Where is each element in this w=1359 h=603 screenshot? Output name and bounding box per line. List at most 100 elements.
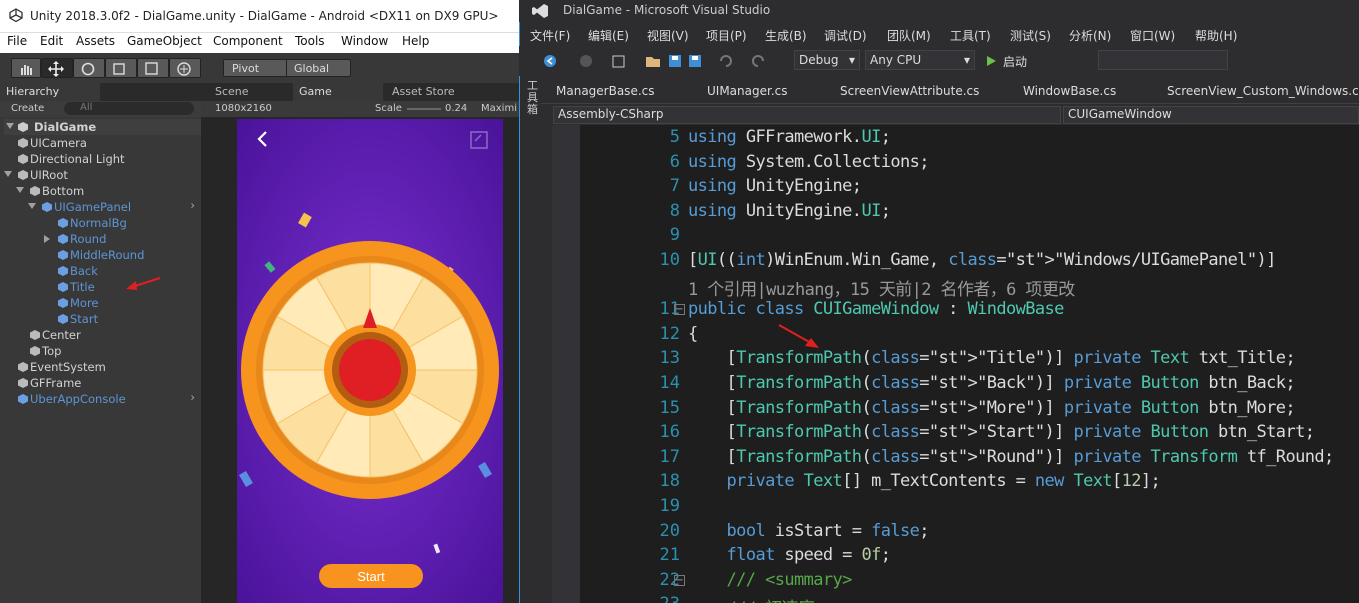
expand-arrow-icon[interactable] (28, 203, 36, 209)
move-tool-button[interactable] (41, 58, 73, 78)
find-combo[interactable] (1098, 50, 1228, 70)
save-icon[interactable] (667, 53, 683, 69)
pivot-label[interactable]: Pivot (232, 62, 259, 75)
collapse-toggle-icon[interactable]: − (674, 304, 685, 316)
code-line[interactable]: using UnityEngine.UI; (688, 201, 891, 221)
hierarchy-item[interactable]: Top (0, 343, 201, 359)
vs-menu-file[interactable]: 文件(F) (530, 27, 570, 44)
config-dropdown[interactable]: Debug ▾ (794, 50, 860, 70)
dial-wheel[interactable] (241, 241, 499, 499)
code-line[interactable]: using System.Collections; (688, 152, 929, 172)
code-line[interactable]: /// 初速度 (688, 594, 815, 603)
hierarchy-item[interactable]: UIRoot (0, 167, 201, 183)
chevron-right-icon[interactable]: › (190, 198, 195, 212)
code-line[interactable]: [TransformPath(class="st">"Start")] priv… (688, 422, 1315, 442)
hierarchy-item[interactable]: Bottom (0, 183, 201, 199)
tab-managerbase[interactable]: ManagerBase.cs (556, 84, 654, 98)
new-project-icon[interactable] (611, 53, 627, 69)
open-file-icon[interactable] (645, 53, 661, 69)
hand-tool-button[interactable] (11, 58, 41, 78)
tab-scene[interactable]: Scene (209, 83, 255, 101)
forward-nav-icon[interactable] (579, 54, 593, 68)
expand-arrow-icon[interactable] (4, 171, 12, 177)
tab-hierarchy[interactable]: Hierarchy (0, 83, 100, 101)
code-line[interactable]: using GFFramework.UI; (688, 127, 891, 147)
collapse-arrow-icon[interactable] (44, 235, 50, 243)
vs-menu-help[interactable]: 帮助(H) (1195, 27, 1237, 44)
platform-dropdown[interactable]: Any CPU ▾ (865, 50, 975, 70)
menu-gameobject[interactable]: GameObject (127, 34, 202, 48)
code-line[interactable]: public class CUIGameWindow : WindowBase (688, 299, 1064, 319)
hierarchy-item[interactable]: Back (0, 263, 201, 279)
hierarchy-item[interactable]: Directional Light (0, 151, 201, 167)
vs-menu-debug[interactable]: 调试(D) (824, 27, 867, 44)
menu-help[interactable]: Help (402, 34, 429, 48)
redo-icon[interactable] (751, 53, 767, 69)
vs-menu-project[interactable]: 项目(P) (706, 27, 747, 44)
collapse-toggle-icon[interactable]: − (674, 574, 685, 586)
tab-screenviewattribute[interactable]: ScreenViewAttribute.cs (840, 84, 979, 98)
code-line[interactable]: [UI((int)WinEnum.Win_Game, class="st">"W… (688, 250, 1276, 270)
hierarchy-item[interactable]: NormalBg (0, 215, 201, 231)
menu-file[interactable]: File (7, 34, 27, 48)
code-line[interactable]: using UnityEngine; (688, 176, 862, 196)
menu-window[interactable]: Window (341, 34, 388, 48)
menu-assets[interactable]: Assets (76, 34, 115, 48)
code-editor[interactable]: 5 using GFFramework.UI; 6 using System.Coll… (552, 125, 1359, 603)
maximize-toggle[interactable]: Maximi (481, 103, 517, 114)
code-line[interactable]: private Text[] m_TextContents = new Text… (688, 471, 1161, 491)
chevron-right-icon[interactable]: › (190, 390, 195, 404)
wheel-center-button[interactable] (339, 339, 401, 401)
code-line[interactable]: [TransformPath(class="st">"Back")] priva… (688, 373, 1296, 393)
vs-menu-build[interactable]: 生成(B) (765, 27, 807, 44)
scene-root[interactable]: DialGame (4, 119, 201, 135)
vs-menu-team[interactable]: 团队(M) (887, 27, 931, 44)
hierarchy-item[interactable]: EventSystem (0, 359, 201, 375)
scale-tool-button[interactable] (105, 58, 137, 78)
save-all-icon[interactable] (687, 53, 703, 69)
toolbox-side-tab[interactable]: 工具箱 (527, 80, 541, 116)
menu-component[interactable]: Component (213, 34, 283, 48)
vs-menu-edit[interactable]: 编辑(E) (588, 27, 629, 44)
rotate-tool-button[interactable] (73, 58, 105, 78)
tab-game[interactable]: Game (293, 83, 383, 101)
scale-slider[interactable] (407, 108, 441, 110)
start-button[interactable]: Start (319, 564, 423, 588)
vs-menu-analyze[interactable]: 分析(N) (1069, 27, 1111, 44)
hierarchy-item[interactable]: Title (0, 279, 201, 295)
hierarchy-item[interactable]: GFFrame (0, 375, 201, 391)
pivot-global-toggle[interactable]: Pivot Global (223, 59, 351, 77)
vs-menu-tools[interactable]: 工具(T) (950, 27, 991, 44)
back-nav-icon[interactable] (543, 54, 557, 68)
tab-screenview-custom[interactable]: ScreenView_Custom_Windows.cs (1167, 84, 1359, 98)
vs-menu-test[interactable]: 测试(S) (1010, 27, 1051, 44)
expand-arrow-icon[interactable] (6, 123, 14, 129)
vs-menu-window[interactable]: 窗口(W) (1130, 27, 1175, 44)
create-dropdown[interactable]: Create (11, 103, 44, 114)
hierarchy-item[interactable]: UberAppConsole › (0, 390, 201, 407)
hierarchy-item[interactable]: Start (0, 311, 201, 327)
hierarchy-item[interactable]: Center (0, 327, 201, 343)
hierarchy-item[interactable]: Round (0, 231, 201, 247)
global-label[interactable]: Global (294, 62, 329, 75)
tab-asset-store[interactable]: Asset Store (386, 83, 461, 101)
code-line[interactable]: { (688, 324, 698, 344)
code-line[interactable]: /// <summary> (688, 570, 853, 590)
project-dropdown[interactable]: Assembly-CSharp (553, 106, 1061, 124)
menu-tools[interactable]: Tools (295, 34, 325, 48)
resolution-dropdown[interactable]: 1080x2160 (215, 103, 272, 114)
hierarchy-item[interactable]: UIGamePanel › (0, 198, 201, 215)
vs-menu-view[interactable]: 视图(V) (647, 27, 689, 44)
menu-edit[interactable]: Edit (40, 34, 63, 48)
hierarchy-item[interactable]: UICamera (0, 135, 201, 151)
code-line[interactable]: bool isStart = false; (688, 521, 930, 541)
undo-icon[interactable] (717, 53, 733, 69)
code-line[interactable]: float speed = 0f; (688, 545, 891, 565)
tab-windowbase[interactable]: WindowBase.cs (1023, 84, 1116, 98)
expand-arrow-icon[interactable] (16, 187, 24, 193)
class-dropdown[interactable]: CUIGameWindow (1063, 106, 1359, 124)
transform-tool-button[interactable] (169, 58, 201, 78)
rect-tool-button[interactable] (137, 58, 169, 78)
hierarchy-item[interactable]: MiddleRound (0, 247, 201, 263)
tab-uimanager[interactable]: UIManager.cs (707, 84, 787, 98)
